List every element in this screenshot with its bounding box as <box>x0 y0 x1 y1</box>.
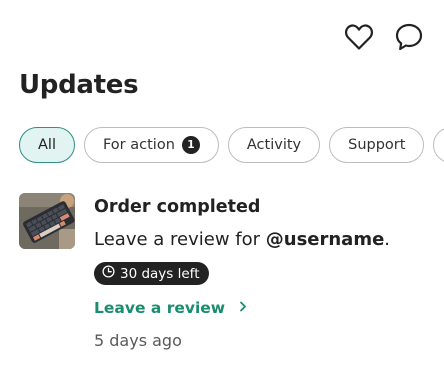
filter-chip-label: For action <box>102 137 175 153</box>
heart-icon[interactable] <box>342 20 376 54</box>
page-title: Updates <box>19 70 139 100</box>
filter-chip-all[interactable]: All <box>19 127 75 163</box>
update-title: Order completed <box>94 197 261 217</box>
message-suffix: . <box>384 229 391 250</box>
deadline-text: 30 days left <box>120 265 200 282</box>
filter-chip-label: Activity <box>246 137 302 153</box>
filter-chip-for-action[interactable]: For action 1 <box>83 127 219 163</box>
message-prefix: Leave a review for <box>94 229 266 250</box>
update-message: Leave a review for @username. <box>94 228 424 252</box>
updates-page: Updates All For action 1 Activity Suppor… <box>0 0 444 378</box>
username-link[interactable]: @username <box>266 229 385 250</box>
header-actions <box>342 20 426 54</box>
chat-bubble-icon[interactable] <box>392 20 426 54</box>
filter-chips: All For action 1 Activity Support <box>19 127 444 163</box>
update-timestamp: 5 days ago <box>94 331 182 350</box>
filter-chip-activity[interactable]: Activity <box>227 127 321 163</box>
leave-review-label: Leave a review <box>94 299 226 317</box>
count-badge: 1 <box>181 136 200 154</box>
update-content: Order completed Leave a review for @user… <box>94 193 424 350</box>
filter-chip-support[interactable]: Support <box>329 127 425 163</box>
chevron-right-icon <box>239 300 247 316</box>
filter-chip-label: All <box>38 137 56 153</box>
leave-review-link[interactable]: Leave a review <box>94 299 247 317</box>
filter-chip-label: Support <box>348 137 406 153</box>
keyboard-product-image[interactable] <box>19 193 75 249</box>
filter-chip-overflow[interactable] <box>433 127 444 163</box>
deadline-badge: 30 days left <box>94 262 209 285</box>
clock-icon <box>102 265 115 282</box>
